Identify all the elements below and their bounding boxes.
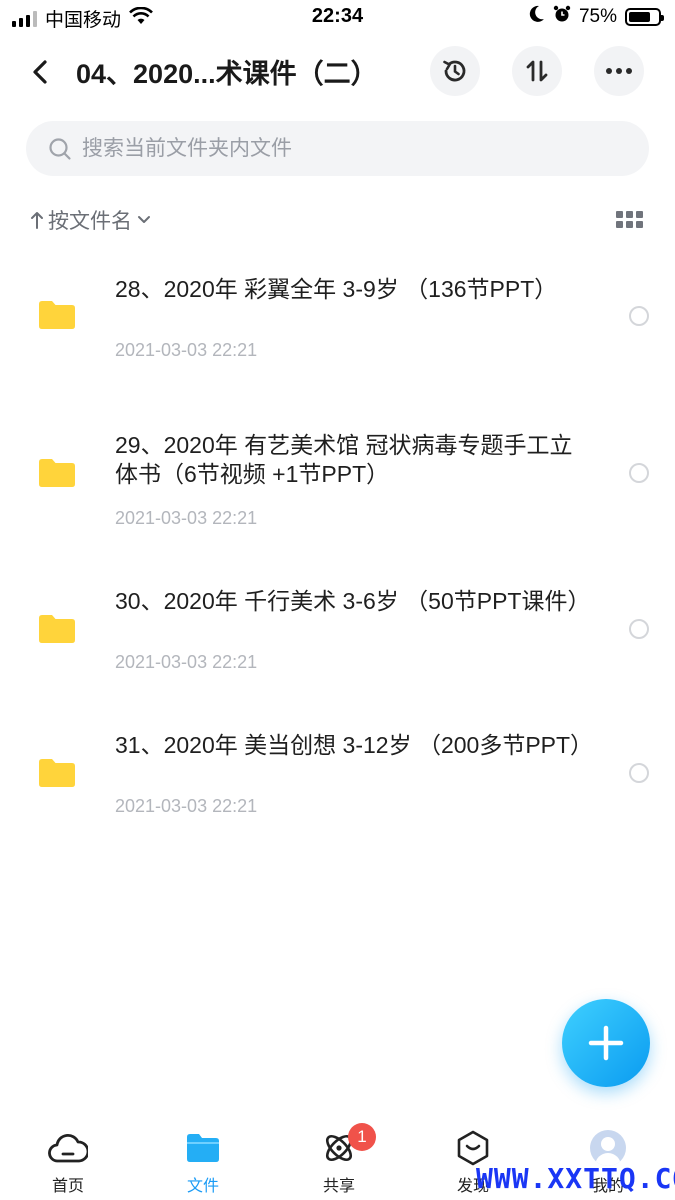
file-name: 31、2020年 美当创想 3-12岁 （200多节PPT）	[115, 732, 594, 758]
add-button[interactable]	[562, 999, 650, 1087]
back-button[interactable]	[20, 52, 60, 92]
battery-icon	[625, 8, 664, 26]
file-name: 30、2020年 千行美术 3-6岁 （50节PPT课件）	[115, 588, 591, 614]
moon-icon	[529, 5, 545, 29]
folder-icon	[39, 459, 75, 487]
plus-icon	[588, 1025, 624, 1061]
chevron-left-icon	[33, 60, 47, 84]
transfer-button[interactable]	[512, 46, 562, 96]
folder-tab-icon	[158, 1130, 248, 1166]
search-bar[interactable]	[26, 121, 649, 176]
search-icon	[48, 137, 72, 161]
header: 04、2020...术课件（二）	[0, 40, 675, 100]
tab-share[interactable]: 1 共享	[294, 1123, 384, 1196]
sort-dropdown[interactable]: 按文件名	[30, 205, 152, 235]
cloud-icon	[23, 1130, 113, 1166]
more-button[interactable]	[594, 46, 644, 96]
select-radio[interactable]	[629, 763, 649, 783]
battery-percent: 75%	[578, 6, 617, 27]
history-button[interactable]	[430, 46, 480, 96]
file-date: 2021-03-03 22:21	[115, 340, 258, 360]
select-radio[interactable]	[629, 463, 649, 483]
sort-label: 按文件名	[48, 210, 132, 233]
avatar	[590, 1130, 626, 1166]
tab-files[interactable]: 文件	[158, 1130, 248, 1196]
history-icon	[443, 60, 466, 82]
list-item[interactable]: 29、2020年 有艺美术馆 冠状病毒专题手工立体书（6节视频 +1节PPT） …	[0, 428, 675, 538]
list-item[interactable]: 31、2020年 美当创想 3-12岁 （200多节PPT） 2021-03-0…	[0, 728, 675, 828]
discover-icon	[428, 1130, 518, 1166]
watermark: WWW.XXTTQ.COM	[476, 1162, 675, 1195]
file-date: 2021-03-03 22:21	[115, 796, 258, 816]
tab-label: 共享	[322, 1178, 355, 1195]
more-dots-icon	[606, 68, 632, 74]
grid-view-icon[interactable]	[616, 211, 643, 229]
arrow-up-icon	[31, 212, 43, 229]
tab-label: 首页	[51, 1178, 84, 1195]
folder-icon	[39, 759, 75, 787]
folder-icon	[39, 301, 75, 329]
chevron-down-icon	[138, 216, 150, 223]
file-name: 29、2020年 有艺美术馆 冠状病毒专题手工立体书（6节视频 +1节PPT）	[115, 432, 573, 487]
page-title: 04、2020...术课件（二）	[76, 59, 378, 89]
file-date: 2021-03-03 22:21	[115, 508, 258, 528]
search-input[interactable]	[82, 136, 602, 161]
transfer-icon	[526, 60, 548, 82]
notification-badge: 1	[348, 1123, 376, 1151]
status-bar: 中国移动 22:34 75%	[0, 0, 675, 34]
list-item[interactable]: 30、2020年 千行美术 3-6岁 （50节PPT课件） 2021-03-03…	[0, 584, 675, 684]
file-name: 28、2020年 彩翼全年 3-9岁 （136节PPT）	[115, 276, 558, 302]
select-radio[interactable]	[629, 306, 649, 326]
select-radio[interactable]	[629, 619, 649, 639]
folder-icon	[39, 615, 75, 643]
list-item[interactable]: 28、2020年 彩翼全年 3-9岁 （136节PPT） 2021-03-03 …	[0, 272, 675, 382]
tab-home[interactable]: 首页	[23, 1130, 113, 1196]
alarm-icon	[553, 5, 571, 29]
tab-label: 文件	[186, 1178, 219, 1195]
file-date: 2021-03-03 22:21	[115, 652, 258, 672]
